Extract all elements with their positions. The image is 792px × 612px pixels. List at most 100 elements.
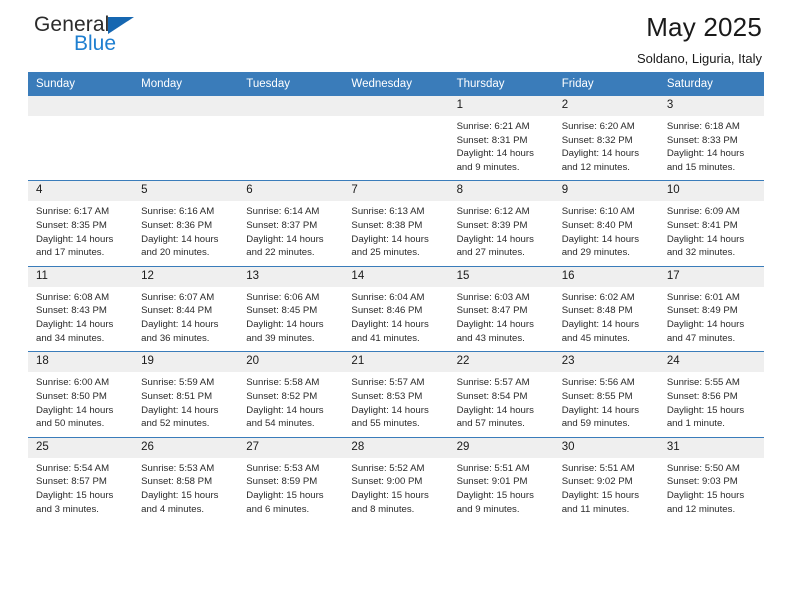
daylight-duration-line2: and 45 minutes. xyxy=(561,332,630,344)
calendar-day-cell[interactable]: 7 Sunrise: 6:13 AM Sunset: 8:38 PM Daylight… xyxy=(343,180,449,267)
sunrise-time: Sunrise: 6:12 AM xyxy=(456,206,530,218)
calendar-body: 1 Sunrise: 6:21 AM Sunset: 8:31 PM Daylight… xyxy=(28,96,764,523)
day-details: Sunrise: 6:20 AM Sunset: 8:32 PM Daylight:… xyxy=(554,116,659,180)
calendar-day-cell[interactable]: 8 Sunrise: 6:12 AM Sunset: 8:39 PM Daylight… xyxy=(448,180,554,267)
daylight-duration-line1: Daylight: 14 hours xyxy=(456,233,534,245)
daylight-duration-line1: Daylight: 15 hours xyxy=(666,489,745,501)
calendar-day-cell[interactable]: 13 Sunrise: 6:06 AM Sunset: 8:45 PM Dayligh… xyxy=(238,265,344,352)
daylight-duration-line1: Daylight: 15 hours xyxy=(666,404,745,416)
weekday-header-wednesday: Wednesday xyxy=(343,72,449,96)
day-details xyxy=(28,116,133,176)
calendar-day-cell[interactable]: 27 Sunrise: 5:53 AM Sunset: 8:59 PM Dayligh… xyxy=(238,436,344,523)
day-number: 19 xyxy=(133,352,239,373)
day-number: 1 xyxy=(448,96,554,116)
sunset-time: Sunset: 9:02 PM xyxy=(561,476,633,488)
calendar-day-cell[interactable]: 6 Sunrise: 6:14 AM Sunset: 8:37 PM Daylight… xyxy=(238,180,344,267)
calendar-day-cell[interactable]: 22 Sunrise: 5:57 AM Sunset: 8:54 PM Dayligh… xyxy=(448,351,554,438)
calendar-day-cell-empty xyxy=(28,96,134,181)
sunset-time: Sunset: 9:00 PM xyxy=(351,476,423,488)
calendar-day-cell[interactable]: 14 Sunrise: 6:04 AM Sunset: 8:46 PM Dayligh… xyxy=(343,265,449,352)
daylight-duration-line2: and 1 minute. xyxy=(666,418,725,430)
calendar-week-row: 11 Sunrise: 6:08 AM Sunset: 8:43 PM Dayligh… xyxy=(28,265,764,352)
day-details: Sunrise: 5:59 AM Sunset: 8:51 PM Daylight:… xyxy=(133,372,238,436)
calendar-day-cell[interactable]: 18 Sunrise: 6:00 AM Sunset: 8:50 PM Dayligh… xyxy=(28,351,134,438)
day-details: Sunrise: 6:03 AM Sunset: 8:47 PM Daylight:… xyxy=(449,287,554,351)
sunset-time: Sunset: 8:39 PM xyxy=(456,220,528,232)
daylight-duration-line2: and 22 minutes. xyxy=(246,247,315,259)
calendar-day-cell[interactable]: 24 Sunrise: 5:55 AM Sunset: 8:56 PM Dayligh… xyxy=(658,351,764,438)
calendar-day-cell[interactable]: 25 Sunrise: 5:54 AM Sunset: 8:57 PM Dayligh… xyxy=(28,436,134,523)
daylight-duration-line1: Daylight: 15 hours xyxy=(246,489,324,501)
calendar-day-cell[interactable]: 30 Sunrise: 5:51 AM Sunset: 9:02 PM Dayligh… xyxy=(553,436,659,523)
calendar-day-cell[interactable]: 3 Sunrise: 6:18 AM Sunset: 8:33 PM Daylight… xyxy=(658,96,764,181)
daylight-duration-line2: and 50 minutes. xyxy=(36,418,105,430)
sunrise-time: Sunrise: 6:04 AM xyxy=(351,291,425,303)
calendar-day-cell[interactable]: 9 Sunrise: 6:10 AM Sunset: 8:40 PM Daylight… xyxy=(553,180,659,267)
calendar-day-cell[interactable]: 2 Sunrise: 6:20 AM Sunset: 8:32 PM Daylight… xyxy=(553,96,659,181)
calendar-day-cell[interactable]: 20 Sunrise: 5:58 AM Sunset: 8:52 PM Dayligh… xyxy=(238,351,344,438)
day-details: Sunrise: 5:51 AM Sunset: 9:01 PM Daylight:… xyxy=(449,458,554,522)
calendar-day-cell[interactable]: 10 Sunrise: 6:09 AM Sunset: 8:41 PM Dayligh… xyxy=(658,180,764,267)
sunset-time: Sunset: 8:40 PM xyxy=(561,220,633,232)
calendar-day-cell[interactable]: 1 Sunrise: 6:21 AM Sunset: 8:31 PM Daylight… xyxy=(448,96,554,181)
calendar-day-cell[interactable]: 16 Sunrise: 6:02 AM Sunset: 8:48 PM Dayligh… xyxy=(553,265,659,352)
calendar-day-cell[interactable]: 19 Sunrise: 5:59 AM Sunset: 8:51 PM Dayligh… xyxy=(133,351,239,438)
daylight-duration-line1: Daylight: 14 hours xyxy=(141,319,219,331)
daylight-duration-line1: Daylight: 15 hours xyxy=(141,489,219,501)
daylight-duration-line1: Daylight: 15 hours xyxy=(351,489,429,501)
sunset-time: Sunset: 8:49 PM xyxy=(666,305,738,317)
day-details: Sunrise: 5:56 AM Sunset: 8:55 PM Daylight:… xyxy=(554,372,659,436)
calendar-day-cell[interactable]: 15 Sunrise: 6:03 AM Sunset: 8:47 PM Dayligh… xyxy=(448,265,554,352)
day-number: 31 xyxy=(658,437,764,458)
daylight-duration-line1: Daylight: 14 hours xyxy=(561,404,640,416)
day-number: 13 xyxy=(238,266,344,287)
day-number: 20 xyxy=(238,352,344,373)
day-details: Sunrise: 5:58 AM Sunset: 8:52 PM Daylight:… xyxy=(238,372,343,436)
weekday-header-sunday: Sunday xyxy=(28,72,134,96)
calendar-day-cell[interactable]: 26 Sunrise: 5:53 AM Sunset: 8:58 PM Dayligh… xyxy=(133,436,239,523)
brand-name-blue: Blue xyxy=(74,32,117,55)
sunset-time: Sunset: 8:55 PM xyxy=(561,390,633,402)
calendar-day-cell-empty xyxy=(343,96,449,181)
sunset-time: Sunset: 8:47 PM xyxy=(456,305,528,317)
day-number: 16 xyxy=(553,266,659,287)
day-number: 25 xyxy=(28,437,134,458)
calendar-day-cell[interactable]: 23 Sunrise: 5:56 AM Sunset: 8:55 PM Dayligh… xyxy=(553,351,659,438)
daylight-duration-line2: and 25 minutes. xyxy=(351,247,420,259)
location-subtitle: Soldano, Liguria, Italy xyxy=(636,51,762,67)
calendar-day-cell[interactable]: 21 Sunrise: 5:57 AM Sunset: 8:53 PM Dayligh… xyxy=(343,351,449,438)
day-number: 28 xyxy=(343,437,449,458)
daylight-duration-line1: Daylight: 14 hours xyxy=(36,233,114,245)
calendar-day-cell[interactable]: 5 Sunrise: 6:16 AM Sunset: 8:36 PM Daylight… xyxy=(133,180,239,267)
calendar-page: General Blue May 2025 Soldano, Liguria, … xyxy=(0,0,792,612)
daylight-duration-line2: and 3 minutes. xyxy=(36,503,99,515)
sunrise-time: Sunrise: 6:17 AM xyxy=(36,206,110,218)
calendar-day-cell[interactable]: 29 Sunrise: 5:51 AM Sunset: 9:01 PM Dayligh… xyxy=(448,436,554,523)
day-details xyxy=(238,116,343,176)
sunrise-time: Sunrise: 6:07 AM xyxy=(141,291,215,303)
calendar-day-cell[interactable]: 31 Sunrise: 5:50 AM Sunset: 9:03 PM Dayligh… xyxy=(658,436,764,523)
day-details xyxy=(343,116,448,176)
day-number: 8 xyxy=(448,181,554,202)
daylight-duration-line2: and 27 minutes. xyxy=(456,247,525,259)
sunrise-time: Sunrise: 5:54 AM xyxy=(36,462,110,474)
calendar-day-cell[interactable]: 11 Sunrise: 6:08 AM Sunset: 8:43 PM Dayligh… xyxy=(28,265,134,352)
daylight-duration-line1: Daylight: 14 hours xyxy=(141,233,219,245)
calendar-day-cell[interactable]: 12 Sunrise: 6:07 AM Sunset: 8:44 PM Dayligh… xyxy=(133,265,239,352)
calendar-day-cell-empty xyxy=(238,96,344,181)
brand-logo[interactable]: General Blue xyxy=(28,14,228,70)
calendar-day-cell[interactable]: 28 Sunrise: 5:52 AM Sunset: 9:00 PM Dayligh… xyxy=(343,436,449,523)
day-details: Sunrise: 6:17 AM Sunset: 8:35 PM Daylight:… xyxy=(28,201,133,265)
calendar-day-cell[interactable]: 17 Sunrise: 6:01 AM Sunset: 8:49 PM Dayligh… xyxy=(658,265,764,352)
daylight-duration-line2: and 41 minutes. xyxy=(351,332,420,344)
day-details: Sunrise: 5:54 AM Sunset: 8:57 PM Daylight:… xyxy=(28,458,133,522)
day-number: 10 xyxy=(658,181,764,202)
sunset-time: Sunset: 8:48 PM xyxy=(561,305,633,317)
day-details: Sunrise: 6:21 AM Sunset: 8:31 PM Daylight:… xyxy=(449,116,554,180)
day-details: Sunrise: 6:09 AM Sunset: 8:41 PM Daylight:… xyxy=(659,201,764,265)
daylight-duration-line2: and 15 minutes. xyxy=(666,161,736,173)
calendar-day-cell[interactable]: 4 Sunrise: 6:17 AM Sunset: 8:35 PM Daylight… xyxy=(28,180,134,267)
sunset-time: Sunset: 8:33 PM xyxy=(666,134,738,146)
weekday-header-friday: Friday xyxy=(553,72,659,96)
daylight-duration-line2: and 34 minutes. xyxy=(36,332,105,344)
